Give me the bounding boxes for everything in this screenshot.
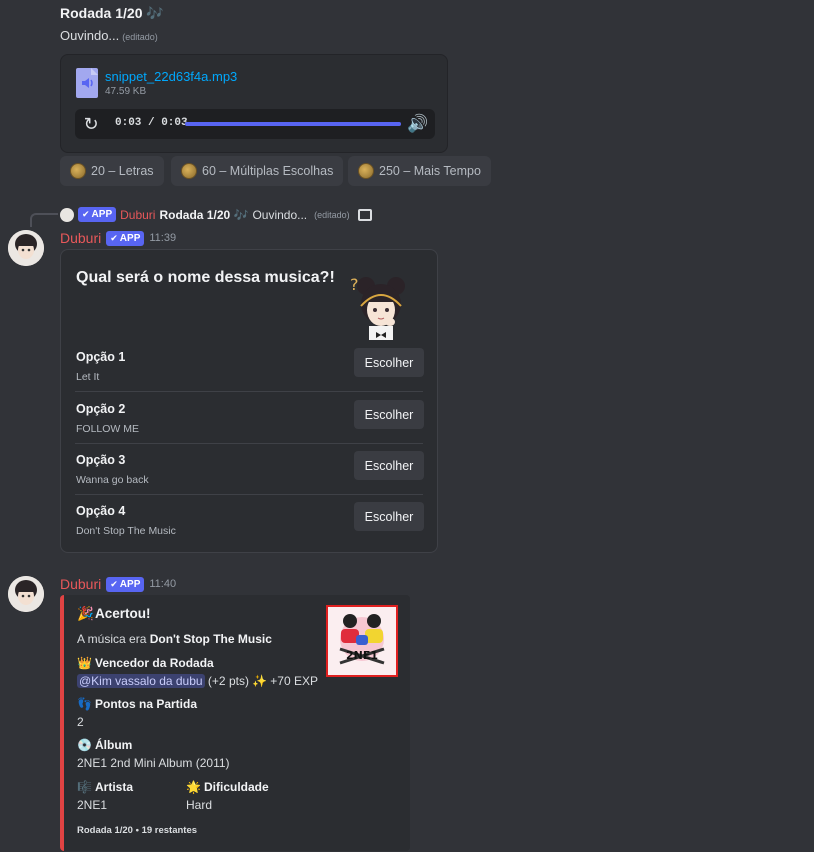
user-mention[interactable]: @Kim vassalo da dubu: [77, 674, 205, 688]
avatar[interactable]: [8, 230, 44, 266]
option-4-label: Opção 4: [76, 504, 126, 518]
choose-button-3[interactable]: Escolher: [354, 451, 424, 480]
edited-tag: (editado): [314, 209, 350, 220]
message-header: Duburi ✔ APP 11:40: [60, 576, 176, 592]
hint-button-letters[interactable]: 20 – Letras: [60, 156, 164, 186]
choose-button-1[interactable]: Escolher: [354, 348, 424, 377]
winner-line: @Kim vassalo da dubu (+2 pts) ✨ +70 EXP: [77, 674, 318, 688]
thinking-girl-sticker: ?: [342, 270, 422, 344]
player-time: 0:03 / 0:03: [115, 117, 188, 129]
hint-button-label: 60 – Múltiplas Escolhas: [202, 164, 334, 178]
author-name[interactable]: Duburi: [60, 230, 101, 246]
option-3-label: Opção 3: [76, 453, 126, 467]
progress-fill: [185, 122, 401, 126]
winner-label: 👑 Vencedor da Rodada: [77, 656, 214, 670]
album-art-logo: 2NE1: [346, 649, 378, 662]
choose-button-4[interactable]: Escolher: [354, 502, 424, 531]
sparkles-icon: ✨: [252, 674, 268, 688]
listening-label: Ouvindo...: [60, 28, 120, 43]
quiz-question: Qual será o nome dessa musica?!: [76, 269, 335, 286]
edited-tag: (editado): [122, 32, 158, 42]
option-4-value: Don't Stop The Music: [76, 525, 176, 537]
hint-button-label: 20 – Letras: [91, 164, 154, 178]
file-name-link[interactable]: snippet_22d63f4a.mp3: [105, 69, 237, 84]
replay-icon[interactable]: ↻: [81, 113, 101, 135]
timestamp: 11:39: [149, 232, 177, 244]
choose-button-2[interactable]: Escolher: [354, 400, 424, 429]
difficulty-value: Hard: [186, 798, 213, 812]
timestamp: 11:40: [149, 578, 177, 590]
divider: [75, 443, 423, 444]
option-3-value: Wanna go back: [76, 474, 149, 486]
artist-value: 2NE1: [77, 798, 108, 812]
result-embed: 🎉Acertou! A música era Don't Stop The Mu…: [60, 595, 410, 851]
reply-avatar: [60, 207, 74, 222]
cd-icon: 💿: [77, 738, 92, 752]
album-cover-thumbnail[interactable]: 2NE1: [326, 605, 398, 677]
audio-attachment: snippet_22d63f4a.mp3 47.59 KB ↻ 0:03 / 0…: [60, 54, 448, 153]
option-2-label: Opção 2: [76, 402, 126, 416]
answer-line: A música era Don't Stop The Music: [77, 632, 272, 646]
reply-author: Duburi: [120, 207, 156, 222]
music-sheet-icon: 🎼: [77, 780, 92, 794]
app-badge: ✔ APP: [106, 576, 145, 592]
author-name[interactable]: Duburi: [60, 576, 101, 592]
hint-button-label: 250 – Mais Tempo: [379, 164, 481, 178]
round-title: Rodada 1/20 🎶: [60, 5, 164, 21]
party-popper-icon: 🎉: [77, 606, 94, 621]
volume-icon[interactable]: 🔊: [407, 113, 429, 135]
listening-text: Ouvindo... (editado): [60, 28, 158, 43]
divider: [75, 494, 423, 495]
file-size: 47.59 KB: [105, 86, 147, 97]
message-header: Duburi ✔ APP 11:39: [60, 230, 176, 246]
app-badge: ✔ APP: [78, 207, 117, 222]
audio-player: ↻ 0:03 / 0:03 🔊: [75, 109, 435, 139]
hint-button-multiple-choice[interactable]: 60 – Múltiplas Escolhas: [171, 156, 344, 186]
difficulty-label: 🌟 Dificuldade: [186, 780, 269, 794]
option-1-value: Let It: [76, 371, 100, 383]
reply-reference[interactable]: ✔ APP Duburi Rodada 1/20 🎶 Ouvindo... (ed…: [60, 207, 372, 222]
quiz-embed: Qual será o nome dessa musica?! ? Opção …: [60, 249, 438, 553]
footprints-icon: 👣: [77, 697, 92, 711]
embed-footer: Rodada 1/20 • 19 restantes: [77, 825, 198, 836]
option-1-label: Opção 1: [76, 350, 126, 364]
app-badge: ✔ APP: [106, 230, 145, 246]
coin-icon: [181, 163, 197, 179]
progress-bar[interactable]: [185, 122, 401, 126]
divider: [75, 391, 423, 392]
album-label: 💿 Álbum: [77, 738, 133, 752]
coin-icon: [70, 163, 86, 179]
star-icon: 🌟: [186, 780, 201, 794]
hint-button-more-time[interactable]: 250 – Mais Tempo: [348, 156, 491, 186]
points-label: 👣 Pontos na Partida: [77, 697, 198, 711]
avatar[interactable]: [8, 576, 44, 612]
result-title: 🎉Acertou!: [77, 606, 151, 621]
reply-text: Ouvindo...: [252, 207, 308, 222]
artist-label: 🎼 Artista: [77, 780, 134, 794]
audio-file-icon: [76, 68, 98, 98]
reply-title: Rodada 1/20 🎶: [159, 207, 249, 222]
points-value: 2: [77, 715, 84, 729]
crown-icon: 👑: [77, 656, 92, 670]
reply-connector: [30, 213, 58, 227]
album-value: 2NE1 2nd Mini Album (2011): [77, 756, 230, 770]
option-2-value: FOLLOW ME: [76, 423, 140, 435]
coin-icon: [358, 163, 374, 179]
image-icon: [357, 208, 372, 221]
